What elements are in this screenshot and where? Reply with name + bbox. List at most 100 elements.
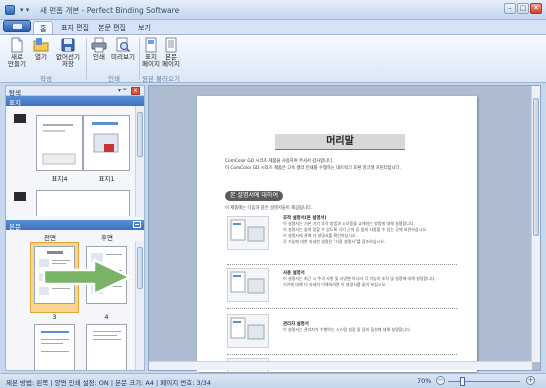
- zoom-slider-thumb[interactable]: [460, 377, 465, 386]
- page-number-label: 4: [104, 313, 109, 321]
- status-bar: 제본 방법: 왼쪽 | 양면 인쇄 설정: ON | 본문 크기: A4 | 페…: [0, 373, 546, 388]
- body-thumb-page-5[interactable]: [34, 324, 75, 370]
- cover-page-label: 표지 페이지: [142, 53, 160, 68]
- body-section-header[interactable]: 본문: [6, 220, 144, 231]
- document-view[interactable]: 머리말 ComColor GD 시리즈 제품을 사용하여 주셔서 감사합니다. …: [148, 85, 541, 372]
- entry-line: 각 기능에 대한 자세한 설명은 "사용 설명서"를 참조하십시오.: [283, 239, 386, 244]
- group-label-view: 원본 불러오기: [142, 75, 180, 83]
- status-text: 제본 방법: 왼쪽 | 양면 인쇄 설정: ON | 본문 크기: A4 | 페…: [6, 379, 212, 387]
- page-6-content: [93, 331, 121, 340]
- body-page-button[interactable]: 본문 페이지: [162, 37, 180, 68]
- zoom-out-button[interactable]: −: [436, 376, 445, 385]
- document-title: 머리말: [275, 134, 405, 149]
- cover-thumb-next[interactable]: [36, 190, 130, 216]
- panel-header: 탐색 ▾ ᵆ x: [6, 86, 144, 97]
- window-title: 새 펀홈 개본 - Perfect Binding Software: [40, 6, 180, 15]
- tab-view[interactable]: 보기: [132, 21, 157, 34]
- cover-thumb-label: 표지1: [98, 175, 115, 183]
- office-menu-icon: [13, 24, 22, 29]
- cover-page-button[interactable]: 표지 페이지: [142, 37, 160, 68]
- open-button[interactable]: 열기: [33, 37, 49, 61]
- printer-icon: [91, 37, 107, 53]
- panel-pin-icon[interactable]: ▾ ᵆ: [118, 87, 127, 94]
- cover-marker-icon: [14, 192, 26, 201]
- tab-body-edit[interactable]: 본문 편집: [92, 21, 132, 34]
- intro-line: ComColor GD 시리즈 제품을 사용하여 주셔서 감사합니다.: [225, 159, 334, 164]
- minimize-button[interactable]: –: [504, 3, 516, 14]
- intro-line: 이 ComColor GD 시리즈 제품은 고속 컬러 인쇄를 수행하는 네트워…: [225, 166, 401, 171]
- cover-thumb-front[interactable]: [83, 115, 130, 171]
- print-button[interactable]: 인쇄: [91, 37, 107, 61]
- open-folder-icon: [33, 38, 49, 52]
- cover-marker-icon: [14, 114, 26, 123]
- manual-thumbnail-icon: [230, 317, 265, 340]
- cover-thumb-back[interactable]: [36, 115, 83, 171]
- open-button-label: 열기: [35, 53, 47, 61]
- manual-thumbnail-icon: [230, 271, 265, 294]
- save-as-label: 없어선기 저장: [56, 53, 80, 68]
- zoom-in-button[interactable]: +: [526, 376, 535, 385]
- entry-divider: [227, 354, 457, 355]
- entry-divider: [227, 264, 457, 265]
- column-front: 전면: [44, 234, 56, 242]
- entry-divider: [227, 308, 457, 309]
- new-document-icon: [11, 37, 23, 53]
- page-5-content: [41, 331, 69, 352]
- body-scroll-thumb[interactable]: [137, 247, 143, 289]
- zoom-level: 70%: [417, 377, 432, 385]
- cover-section-label: 표지: [9, 99, 21, 107]
- document-page: 머리말 ComColor GD 시리즈 제품을 사용하여 주셔서 감사합니다. …: [197, 96, 477, 372]
- view-scroll-thumb[interactable]: [533, 98, 539, 236]
- cover-thumb-back-content: [42, 124, 76, 165]
- panel-close-icon[interactable]: x: [131, 87, 140, 95]
- save-as-button[interactable]: 없어선기 저장: [53, 37, 83, 68]
- tab-home[interactable]: 홈: [33, 21, 54, 34]
- maximize-button[interactable]: □: [517, 3, 529, 14]
- preview-button[interactable]: 미리보기: [111, 37, 135, 61]
- manual-cover-image: [227, 216, 269, 250]
- app-icon[interactable]: [5, 5, 15, 15]
- cover-scrollbar[interactable]: [135, 106, 144, 217]
- new-button-label: 새로 만들기: [8, 53, 26, 68]
- body-page-icon: [165, 37, 177, 53]
- cover-section-header[interactable]: 표지: [6, 96, 144, 107]
- page-number-label: 3: [52, 313, 57, 321]
- quick-access-toolbar[interactable]: ▾ ▾: [20, 6, 29, 14]
- body-scrollbar[interactable]: [135, 241, 144, 370]
- title-underline: [275, 149, 405, 150]
- preview-magnifier-icon: [116, 37, 131, 53]
- cover-scroll-thumb[interactable]: [137, 112, 143, 157]
- manual-cover-image: [227, 314, 269, 348]
- office-menu-button[interactable]: [3, 20, 31, 32]
- title-bar: ▾ ▾ 새 펀홈 개본 - Perfect Binding Software –…: [0, 0, 546, 20]
- cover-thumb-front-content: [92, 122, 119, 153]
- drag-arrow-icon: [42, 258, 132, 296]
- section-subtext: 이 제품에는 다음과 같은 설명서들이 제공됩니다.: [225, 206, 313, 211]
- group-label-print: 인쇄: [108, 75, 120, 83]
- manual-cover-image: [227, 268, 269, 302]
- entry-line: 이 설명서는 관리자가 수행하는 시스템 설정 및 장비 옵션에 대해 설명합니…: [283, 327, 412, 332]
- section-heading: 본 설명서에 대하여: [225, 191, 283, 201]
- body-page-label: 본문 페이지: [162, 53, 180, 68]
- view-horizontal-scrollbar[interactable]: [149, 361, 532, 370]
- close-button[interactable]: ✕: [530, 3, 542, 14]
- ribbon-tabs: 홈 표지 편집 본문 편집 보기: [0, 20, 546, 34]
- print-label: 인쇄: [93, 53, 105, 61]
- collapse-icon[interactable]: [133, 221, 141, 228]
- manual-thumbnail-icon: [230, 219, 265, 242]
- body-section-label: 본문: [9, 223, 21, 231]
- save-icon: [61, 38, 75, 52]
- cover-thumb-label: 표지4: [51, 175, 68, 183]
- ribbon: 새로 만들기 열기 없어선기 저장 인쇄 미리보기 표지 페이지 본문 페이지 …: [0, 34, 546, 83]
- cover-page-icon: [145, 37, 157, 53]
- column-back: 후면: [101, 234, 113, 242]
- group-label-create: 작성: [40, 75, 52, 83]
- new-button[interactable]: 새로 만들기: [6, 37, 28, 68]
- entry-line: 기기에 대해 더 자세히 이해하려면 이 설명서를 읽어 보십시오.: [283, 282, 387, 287]
- tab-cover-edit[interactable]: 표지 편집: [55, 21, 95, 34]
- group-divider: [86, 38, 87, 80]
- view-vertical-scrollbar[interactable]: [531, 86, 540, 362]
- body-thumb-page-6[interactable]: [86, 324, 127, 370]
- zoom-slider[interactable]: [448, 381, 520, 382]
- preview-label: 미리보기: [111, 53, 135, 61]
